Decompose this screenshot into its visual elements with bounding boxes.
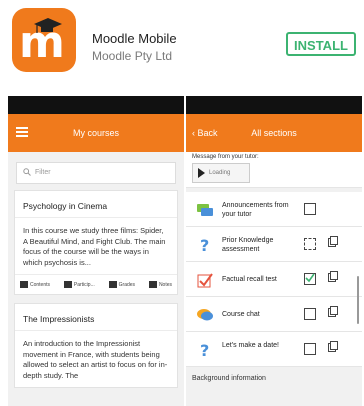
store-header: m Moodle Mobile Moodle Pty Ltd INSTALL	[0, 0, 364, 90]
app-developer: Moodle Pty Ltd	[92, 49, 173, 63]
filter-placeholder: Filter	[35, 169, 51, 176]
activity-row[interactable]: Announcements from your tutor	[186, 192, 362, 227]
filter-input[interactable]: Filter	[16, 162, 176, 184]
completion-checkbox-checked[interactable]	[304, 273, 316, 285]
completion-checkbox[interactable]	[304, 203, 316, 215]
notes-button[interactable]: Notes	[148, 281, 172, 288]
contents-button[interactable]: Contents	[20, 281, 50, 288]
nav-bar: My courses	[8, 114, 184, 152]
scrollbar[interactable]	[357, 276, 359, 324]
question-icon: ?	[200, 237, 209, 253]
quiz-icon	[197, 273, 213, 288]
contents-icon	[20, 281, 28, 288]
course-title: The Impressionists	[15, 304, 177, 331]
grades-icon	[108, 281, 117, 288]
nav-bar: ‹ Back All sections	[186, 114, 362, 152]
status-bar	[186, 96, 362, 114]
course-card[interactable]: Psychology in Cinema In this course we s…	[14, 190, 178, 295]
completion-checkbox[interactable]	[304, 343, 316, 355]
course-actions: Contents Particip... Grades Notes	[15, 274, 177, 294]
activity-name: Announcements from your tutor	[222, 202, 289, 218]
screenshot-all-sections: ‹ Back All sections Message from your tu…	[186, 96, 362, 406]
copy-icon[interactable]	[328, 306, 338, 317]
activity-name: Let's make a date!	[222, 342, 279, 349]
chat-icon	[197, 309, 213, 321]
app-name: Moodle Mobile	[92, 31, 177, 46]
forum-icon	[197, 204, 213, 216]
search-icon	[23, 168, 31, 176]
participants-icon	[63, 281, 72, 288]
activity-name: Factual recall test	[222, 276, 277, 283]
message-label: Message from your tutor:	[192, 154, 259, 160]
completion-checkbox[interactable]	[304, 308, 316, 320]
graduation-cap-icon	[34, 18, 62, 33]
completion-checkbox[interactable]	[304, 238, 316, 250]
svg-text:?: ?	[200, 342, 209, 358]
grades-button[interactable]: Grades	[108, 281, 135, 288]
notes-icon	[148, 281, 157, 288]
course-description: In this course we study three films: Spi…	[23, 226, 166, 267]
status-bar	[8, 96, 184, 114]
question-icon: ?	[200, 342, 209, 358]
activity-row[interactable]: ? Let's make a date!	[186, 332, 362, 367]
copy-icon[interactable]	[328, 236, 338, 247]
media-player[interactable]: Loading	[192, 163, 250, 183]
course-card[interactable]: The Impressionists An introduction to th…	[14, 303, 178, 388]
install-label: INSTALL	[294, 38, 348, 53]
section-footer: Background information	[186, 367, 362, 390]
copy-icon[interactable]	[328, 271, 338, 282]
participants-button[interactable]: Particip...	[63, 281, 95, 288]
activity-row[interactable]: Factual recall test	[186, 262, 362, 297]
copy-icon[interactable]	[328, 341, 338, 352]
screenshot-my-courses: My courses Filter Psychology in Cinema I…	[8, 96, 184, 406]
play-icon[interactable]	[198, 168, 205, 178]
moodle-app-icon: m	[12, 8, 76, 72]
activity-row[interactable]: ? Prior Knowledge assessment	[186, 227, 362, 262]
activity-name: Prior Knowledge assessment	[222, 237, 274, 253]
media-status: Loading	[209, 170, 231, 176]
nav-title: All sections	[251, 128, 297, 138]
course-title: Psychology in Cinema	[15, 191, 177, 218]
activity-row[interactable]: Course chat	[186, 297, 362, 332]
message-block: Message from your tutor: Loading	[186, 152, 362, 188]
course-description: An introduction to the Impressionist mov…	[23, 339, 168, 380]
install-button[interactable]: INSTALL	[286, 32, 356, 56]
nav-title: My courses	[72, 128, 119, 138]
activity-name: Course chat	[222, 311, 260, 318]
svg-text:?: ?	[200, 237, 209, 253]
